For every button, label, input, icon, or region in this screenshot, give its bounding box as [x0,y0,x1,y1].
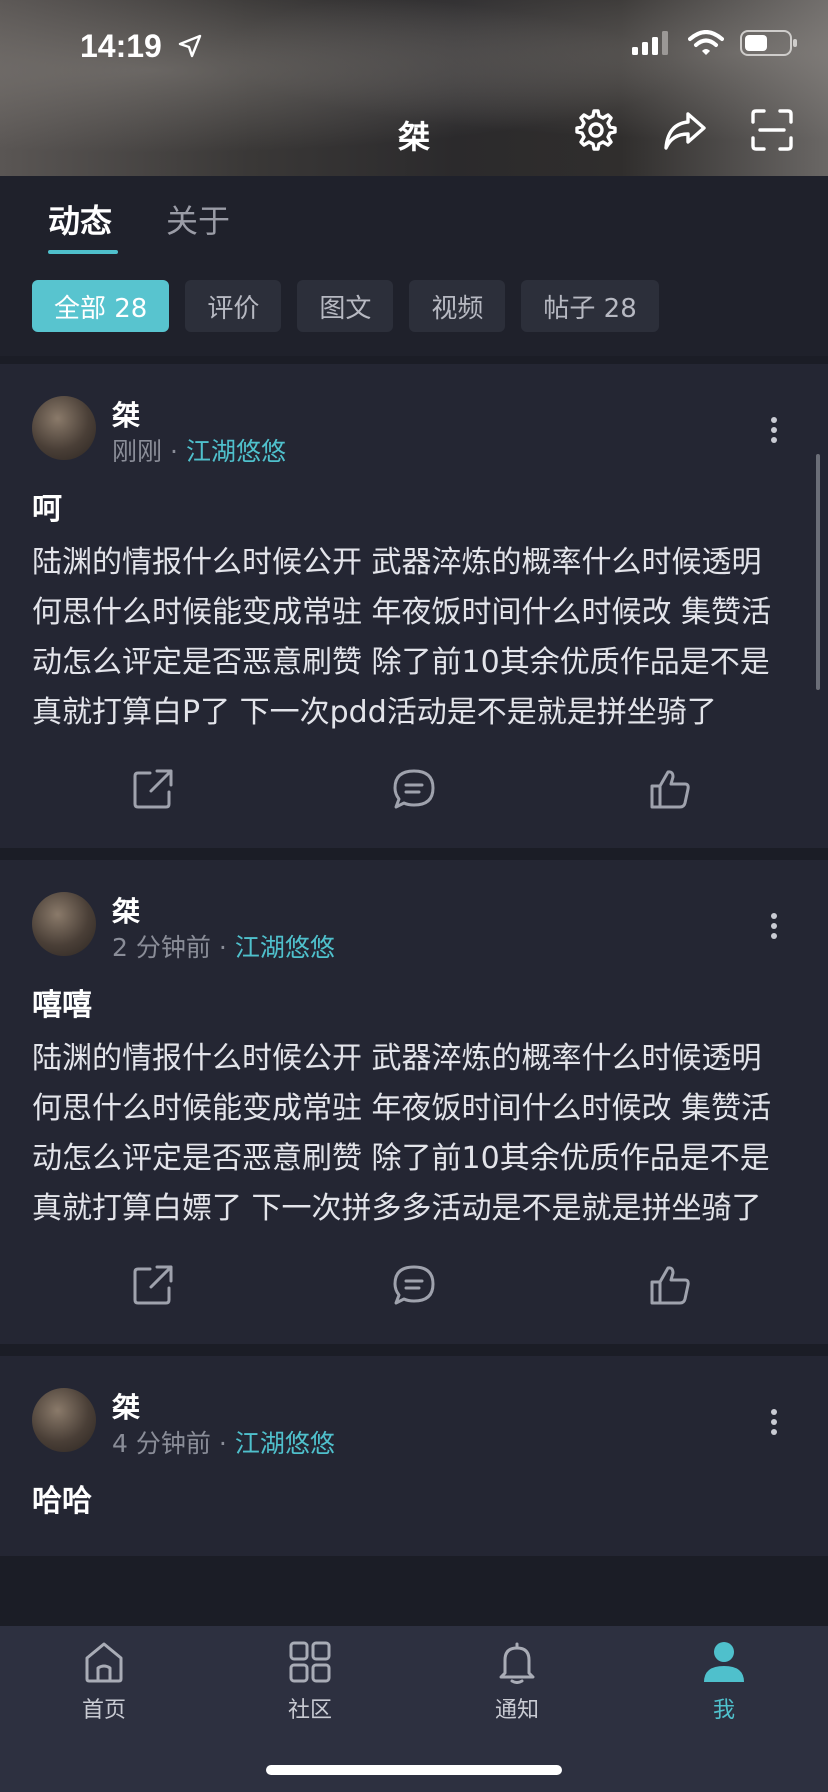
avatar[interactable] [32,892,96,956]
post-topic-tag[interactable]: 江湖悠悠 [235,933,335,962]
nav-notifications-label: 通知 [494,1698,539,1723]
more-options-icon[interactable] [768,912,780,940]
profile-header: 14:19 桀 [0,0,828,176]
tab-dynamics[interactable]: 动态 [48,196,112,242]
post-time: 4 分钟前 [112,1429,211,1458]
chip-posts[interactable]: 帖子 28 [521,280,659,332]
post-feed: 桀 刚刚 · 江湖悠悠 呵 陆渊的情报什么时候公开 武器淬炼的概率什么时候透明 何思… [0,364,828,1568]
tab-about[interactable]: 关于 [166,196,230,242]
post-card[interactable]: 桀 2 分钟前 · 江湖悠悠 嘻嘻 陆渊的情报什么时候公开 武器淬炼的概率什么时候透… [0,860,828,1344]
post-topic-tag[interactable]: 江湖悠悠 [186,437,286,466]
post-meta: 2 分钟前 · 江湖悠悠 [112,928,335,964]
status-icons [632,30,798,56]
post-actions [0,738,828,848]
author-name[interactable]: 桀 [112,890,140,930]
like-thumb-icon[interactable] [648,1264,692,1306]
meta-separator: · [218,1429,227,1458]
share-icon[interactable] [132,768,174,810]
scroll-indicator[interactable] [816,454,820,690]
location-arrow-icon [178,34,202,58]
post-title: 呵 [32,492,62,527]
nav-me[interactable]: 我 [664,1640,784,1724]
battery-icon [740,30,797,56]
post-time: 刚刚 [112,437,163,466]
author-name[interactable]: 桀 [112,1386,140,1426]
post-time: 2 分钟前 [112,933,211,962]
avatar[interactable] [32,396,96,460]
share-icon[interactable] [662,108,706,152]
post-card[interactable]: 桀 刚刚 · 江湖悠悠 呵 陆渊的情报什么时候公开 武器淬炼的概率什么时候透明 何思… [0,364,828,848]
chip-all[interactable]: 全部 28 [32,280,170,332]
like-thumb-icon[interactable] [648,768,692,810]
tab-active-indicator [48,250,118,254]
nav-community-label: 社区 [287,1698,332,1723]
share-icon[interactable] [132,1264,174,1306]
chip-reviews[interactable]: 评价 [185,280,282,332]
post-title: 哈哈 [32,1484,92,1519]
more-options-icon[interactable] [768,416,780,444]
grid-icon [289,1641,331,1683]
post-actions [0,1234,828,1344]
chip-images[interactable]: 图文 [297,280,394,332]
filter-chips: 全部 28 评价 图文 视频 帖子 28 [32,280,659,332]
home-indicator[interactable] [266,1765,562,1775]
scan-icon[interactable] [750,108,794,152]
wifi-icon [688,30,724,55]
author-name[interactable]: 桀 [112,394,140,434]
post-body: 陆渊的情报什么时候公开 武器淬炼的概率什么时候透明 何思什么时候能变成常驻 年夜… [32,545,772,730]
comment-icon[interactable] [392,1264,436,1306]
post-topic-tag[interactable]: 江湖悠悠 [235,1429,335,1458]
profile-icon [704,1642,744,1682]
home-icon [85,1642,123,1683]
chip-videos[interactable]: 视频 [409,280,506,332]
nav-home-label: 首页 [81,1698,126,1723]
cellular-signal-icon [632,31,668,55]
nav-community[interactable]: 社区 [250,1640,370,1724]
post-title: 嘻嘻 [32,988,92,1023]
post-card[interactable]: 桀 4 分钟前 · 江湖悠悠 哈哈 [0,1356,828,1556]
settings-gear-icon[interactable] [574,108,618,152]
avatar[interactable] [32,1388,96,1452]
more-options-icon[interactable] [768,1408,780,1436]
post-meta: 4 分钟前 · 江湖悠悠 [112,1424,335,1460]
status-time: 14:19 [80,28,162,64]
meta-separator: · [218,933,227,962]
post-meta: 刚刚 · 江湖悠悠 [112,432,286,468]
bell-icon [499,1642,535,1684]
meta-separator: · [170,437,178,466]
comment-icon[interactable] [392,768,436,810]
nav-me-label: 我 [712,1698,735,1723]
nav-notifications[interactable]: 通知 [457,1640,577,1724]
nav-home[interactable]: 首页 [44,1640,164,1724]
post-body: 陆渊的情报什么时候公开 武器淬炼的概率什么时候透明 何思什么时候能变成常驻 年夜… [32,1041,772,1226]
tabs-area: 动态 关于 全部 28 评价 图文 视频 帖子 28 [0,176,828,356]
